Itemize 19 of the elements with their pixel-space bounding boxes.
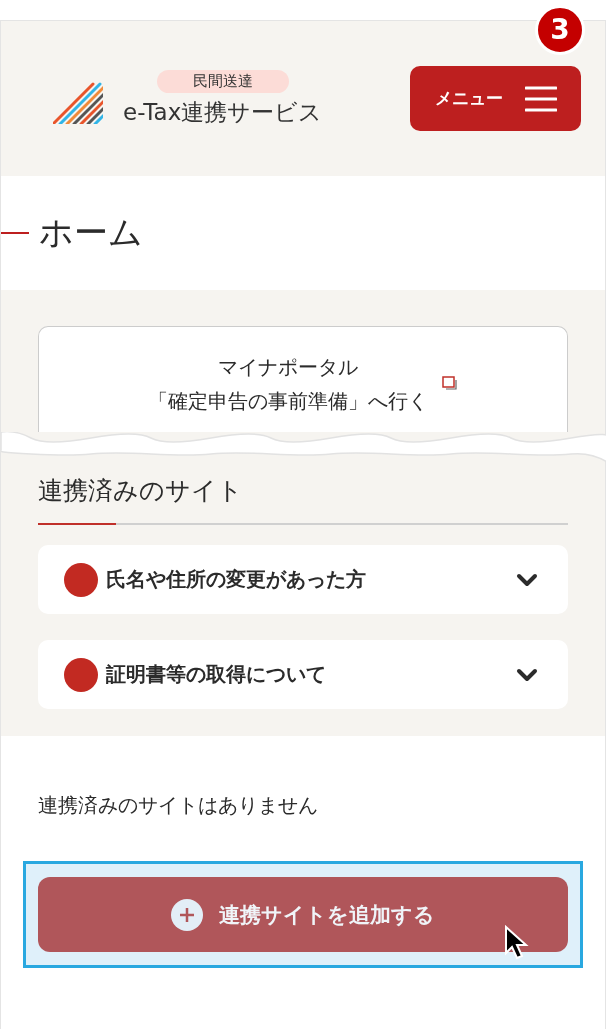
section-heading: 連携済みのサイト — [38, 475, 244, 507]
portal-link-card[interactable]: マイナポータル 「確定申告の事前準備」へ行く — [38, 326, 568, 432]
accordion-item[interactable]: 氏名や住所の変更があった方 — [38, 545, 568, 614]
menu-icon — [524, 85, 557, 112]
external-link-icon — [442, 375, 458, 392]
chevron-icon — [516, 572, 538, 587]
plus-icon — [171, 898, 203, 931]
empty-message: 連携済みのサイトはありません — [38, 792, 319, 819]
menu-button[interactable]: メニュー — [410, 66, 581, 131]
dot-icon — [64, 562, 98, 597]
cursor-icon — [504, 925, 530, 961]
step-badge: 3 — [535, 5, 585, 55]
chevron-icon — [516, 667, 538, 682]
accordion-item[interactable]: 証明書等の取得について — [38, 640, 568, 709]
page-title: ホーム — [39, 211, 143, 254]
dot-icon — [64, 657, 98, 692]
service-tag: 民間送達 — [156, 69, 289, 93]
service-title: e-Tax連携サービス — [123, 97, 323, 127]
add-site-button[interactable]: 連携サイトを追加する — [38, 877, 568, 952]
